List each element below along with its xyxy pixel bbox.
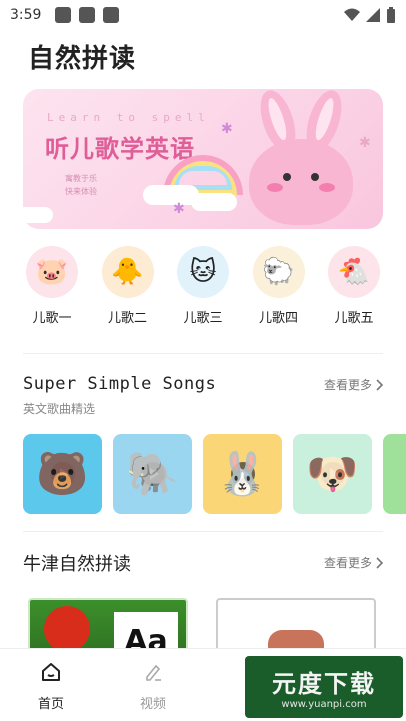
elephant-card[interactable]: 🐘 xyxy=(113,434,192,514)
song-item-5[interactable]: 🐔 儿歌五 xyxy=(324,246,384,326)
song-label: 儿歌三 xyxy=(183,311,223,326)
tab-home-label: 首页 xyxy=(37,697,64,712)
see-more-label: 查看更多 xyxy=(323,556,372,570)
partial-card[interactable] xyxy=(383,434,406,514)
tab-video[interactable]: 视频 xyxy=(102,649,204,721)
tab-home[interactable]: 首页 xyxy=(0,649,102,721)
song-item-1[interactable]: 🐷 儿歌一 xyxy=(22,246,82,326)
star-icon: ✱ xyxy=(173,201,185,217)
song-label: 儿歌五 xyxy=(334,311,374,326)
home-icon xyxy=(40,661,62,683)
song-card-list: 🐻 🐘 🐰 🐶 xyxy=(23,434,406,514)
song-item-2[interactable]: 🐥 儿歌二 xyxy=(98,246,158,326)
status-time: 3:59 xyxy=(10,7,42,23)
page-title: 自然拼读 xyxy=(28,44,137,74)
apple-illustration xyxy=(44,606,90,652)
see-more-link[interactable]: 查看更多 xyxy=(324,554,384,571)
banner-learn-text: Learn to spell xyxy=(47,111,210,124)
battery-icon xyxy=(387,7,395,23)
sheep-icon: 🐑 xyxy=(252,246,305,298)
song-item-3[interactable]: 🐱 儿歌三 xyxy=(173,246,233,326)
chevron-right-icon xyxy=(376,556,384,569)
section-title-oxford-phonics: 牛津自然拼读 xyxy=(23,554,131,575)
bear-card[interactable]: 🐻 xyxy=(23,434,102,514)
song-label: 儿歌二 xyxy=(107,311,147,326)
dog-icon: 🐶 xyxy=(306,449,359,498)
see-more-link[interactable]: 查看更多 xyxy=(324,376,384,393)
song-label: 儿歌一 xyxy=(32,311,72,326)
bunny-card[interactable]: 🐰 xyxy=(203,434,282,514)
bear-icon: 🐻 xyxy=(36,449,89,498)
song-item-4[interactable]: 🐑 儿歌四 xyxy=(249,246,309,326)
signal-icon xyxy=(366,8,380,22)
section-subtitle: 英文歌曲精选 xyxy=(23,402,96,416)
rooster-icon: 🐔 xyxy=(328,246,380,298)
bunny-icon: 🐰 xyxy=(216,449,269,498)
star-icon: ✱ xyxy=(359,135,371,151)
notification-icon xyxy=(55,7,72,23)
divider xyxy=(23,353,383,354)
promo-banner[interactable]: Learn to spell 听儿歌学英语 寓教于乐 快来体验 ✱ ✱ ✱ xyxy=(23,89,383,229)
cloud-illustration xyxy=(23,207,53,223)
pen-icon xyxy=(142,661,164,683)
watermark-logo: 元度下载 www.yuanpi.com xyxy=(245,656,403,718)
wifi-icon xyxy=(344,8,360,21)
pig-icon: 🐷 xyxy=(26,246,78,298)
cloud-illustration xyxy=(191,193,237,211)
chick-icon: 🐥 xyxy=(101,246,154,298)
banner-title: 听儿歌学英语 xyxy=(45,135,195,163)
status-bar: 3:59 xyxy=(0,0,406,30)
rabbit-illustration xyxy=(249,89,353,225)
song-label: 儿歌四 xyxy=(258,311,298,326)
star-icon: ✱ xyxy=(221,121,233,137)
tab-video-label: 视频 xyxy=(139,697,166,712)
app-notification-icon xyxy=(79,7,96,23)
song-list: 🐷 儿歌一 🐥 儿歌二 🐱 儿歌三 🐑 儿歌四 🐔 儿歌五 xyxy=(22,246,384,326)
divider xyxy=(23,531,383,532)
watermark-url: www.yuanpi.com xyxy=(281,699,367,710)
banner-subtitle-2: 快来体验 xyxy=(65,187,97,196)
banner-subtitle-1: 寓教于乐 xyxy=(65,174,97,183)
section-title-super-simple-songs: Super Simple Songs xyxy=(23,374,217,394)
watermark-text: 元度下载 xyxy=(272,670,376,698)
notification-icon-2 xyxy=(103,7,120,23)
elephant-icon: 🐘 xyxy=(126,449,179,498)
chevron-right-icon xyxy=(376,378,384,391)
see-more-label: 查看更多 xyxy=(323,378,372,392)
cat-icon: 🐱 xyxy=(177,246,229,298)
dog-card[interactable]: 🐶 xyxy=(293,434,372,514)
